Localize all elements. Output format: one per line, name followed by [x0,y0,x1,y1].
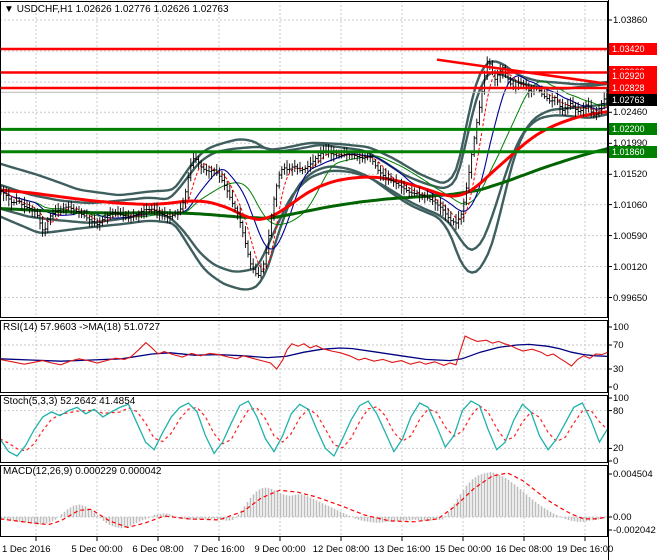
current-price-badge: 1.02763 [609,94,657,106]
stochastic-axis-label: 80 [613,406,624,417]
resistance-level-badge: 1.02828 [609,82,657,94]
time-axis-label: 9 Dec 00:00 [254,544,306,555]
time-axis-label: 19 Dec 16:00 [556,544,614,555]
stochastic-axis-label: 20 [613,443,624,454]
resistance-level-badge: 1.03420 [609,43,657,55]
macd-axis-label: 0.00 [613,512,632,523]
chart-title: ▼ USDCHF,H1 1.02626 1.02776 1.02626 1.02… [4,4,229,15]
price-axis-label: 0.99650 [613,293,648,304]
time-axis-label: 12 Dec 08:00 [312,544,370,555]
price-axis-label: 1.02460 [613,107,648,118]
price-axis-label: 1.01520 [613,169,648,180]
macd-axis-label: 0.004504 [613,469,653,480]
rsi-axis-label: 100 [613,322,629,333]
trading-chart-window: ▼ USDCHF,H1 1.02626 1.02776 1.02626 1.02… [0,0,660,560]
stochastic-indicator-label: Stoch(5,3,3) 52.2642 41.4854 [3,396,136,407]
macd-indicator-label: MACD(12,26,9) 0.000229 0.000042 [3,466,162,477]
resistance-level-badge: 1.02920 [609,70,657,82]
time-axis-label: 7 Dec 16:00 [193,544,245,555]
chart-ohlc-values: 1.02626 1.02776 1.02626 1.02763 [75,4,229,15]
time-axis-label: 15 Dec 00:00 [434,544,492,555]
time-axis-label: 5 Dec 00:00 [71,544,123,555]
price-axis-label: 1.00590 [613,231,648,242]
price-axis-label: 1.00120 [613,262,648,273]
symbol-dropdown-icon[interactable]: ▼ [4,4,14,15]
stochastic-axis-label: 100 [613,393,629,404]
support-level-badge: 1.01860 [609,146,657,158]
rsi-axis-label: 30 [613,364,624,375]
macd-axis-label: -0.002042 [613,525,656,536]
rsi-axis-label: 0 [613,382,619,393]
rsi-indicator-label: RSI(14) 57.9603 ->MA(18) 51.0727 [3,322,161,333]
main-plot-area[interactable] [0,1,608,318]
price-axis-label: 1.01060 [613,200,648,211]
rsi-axis-label: 70 [613,340,624,351]
chart-symbol-timeframe: USDCHF,H1 [16,4,73,15]
stochastic-axis-label: 0 [613,456,619,467]
time-axis-label: 16 Dec 08:00 [495,544,553,555]
time-axis-label: 13 Dec 16:00 [373,544,431,555]
support-level-badge: 1.02200 [609,123,657,135]
price-axis-label: 1.03860 [613,15,648,26]
time-axis-label: 1 Dec 2016 [2,544,51,555]
time-axis-label: 6 Dec 08:00 [132,544,184,555]
